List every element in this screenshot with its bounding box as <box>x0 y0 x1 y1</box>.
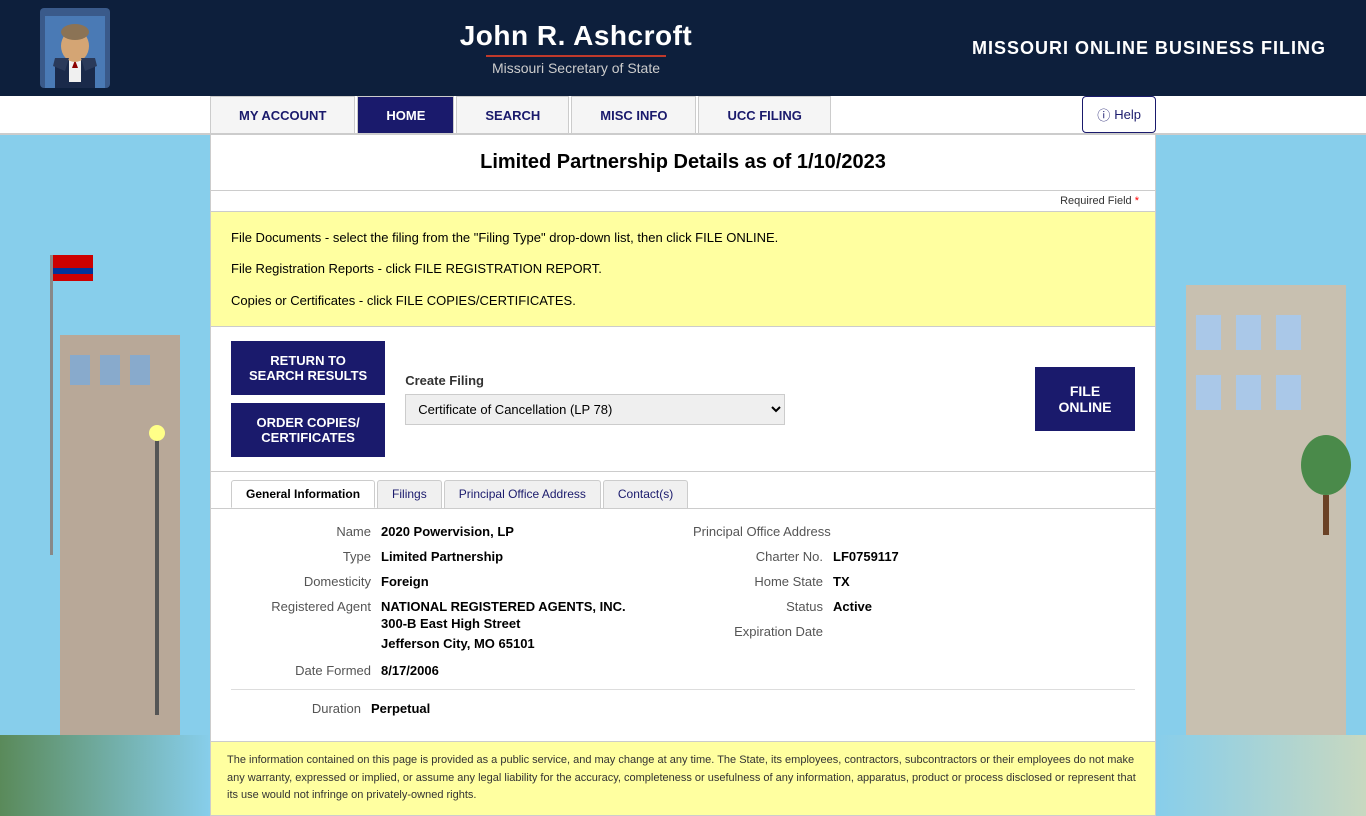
value-status: Active <box>833 599 872 614</box>
detail-col-left: Name 2020 Powervision, LP Type Limited P… <box>231 519 683 683</box>
header-divider <box>486 55 666 57</box>
value-date-formed: 8/17/2006 <box>381 663 439 678</box>
file-online-button[interactable]: FILEONLINE <box>1035 367 1135 431</box>
detail-row-name: Name 2020 Powervision, LP <box>241 519 673 544</box>
detail-section: Name 2020 Powervision, LP Type Limited P… <box>211 509 1155 731</box>
label-registered-agent: Registered Agent <box>241 599 381 614</box>
order-copies-button[interactable]: ORDER COPIES/CERTIFICATES <box>231 403 385 457</box>
main-content-area: Limited Partnership Details as of 1/10/2… <box>0 135 1366 816</box>
value-home-state: TX <box>833 574 850 589</box>
nav-home[interactable]: HOME <box>357 96 454 133</box>
required-field-note: Required Field <box>211 191 1155 212</box>
tabs-row: General Information Filings Principal Of… <box>211 472 1155 509</box>
help-button[interactable]: ⓘ Help <box>1082 96 1156 133</box>
site-title: MISSOURI ONLINE BUSINESS FILING <box>972 38 1326 59</box>
tab-filings[interactable]: Filings <box>377 480 442 508</box>
detail-row-type: Type Limited Partnership <box>241 544 673 569</box>
page-title: Limited Partnership Details as of 1/10/2… <box>211 135 1155 191</box>
required-field-text: Required Field <box>1060 195 1132 207</box>
instructions-box: File Documents - select the filing from … <box>211 212 1155 327</box>
detail-row-home-state: Home State TX <box>693 569 1125 594</box>
filing-type-select[interactable]: Certificate of Cancellation (LP 78) <box>405 394 785 425</box>
person-title: Missouri Secretary of State <box>492 60 660 76</box>
detail-row-registered-agent: Registered Agent NATIONAL REGISTERED AGE… <box>241 594 673 658</box>
return-to-search-button[interactable]: RETURN TOSEARCH RESULTS <box>231 341 385 395</box>
action-row: RETURN TOSEARCH RESULTS ORDER COPIES/CER… <box>211 327 1155 472</box>
value-type: Limited Partnership <box>381 549 503 564</box>
nav-ucc-filing[interactable]: UCC FILING <box>698 96 830 133</box>
instruction-2: File Registration Reports - click FILE R… <box>231 257 1135 280</box>
label-principal-office: Principal Office Address <box>693 524 841 539</box>
agent-address2: Jefferson City, MO 65101 <box>381 636 535 651</box>
help-icon: ⓘ <box>1097 105 1110 124</box>
site-header: John R. Ashcroft Missouri Secretary of S… <box>0 0 1366 96</box>
label-name: Name <box>241 524 381 539</box>
nav-bar: MY ACCOUNT HOME SEARCH MISC INFO UCC FIL… <box>0 96 1366 135</box>
create-filing-label: Create Filing <box>405 373 1015 388</box>
tab-general-information[interactable]: General Information <box>231 480 375 508</box>
help-label: Help <box>1114 107 1141 122</box>
value-domesticity: Foreign <box>381 574 429 589</box>
main-panel: Limited Partnership Details as of 1/10/2… <box>210 135 1156 816</box>
detail-row-status: Status Active <box>693 594 1125 619</box>
agent-address1: 300-B East High Street <box>381 616 520 631</box>
value-name: 2020 Powervision, LP <box>381 524 514 539</box>
nav-my-account[interactable]: MY ACCOUNT <box>210 96 355 133</box>
label-date-formed: Date Formed <box>241 663 381 678</box>
detail-row-expiration: Expiration Date <box>693 619 1125 644</box>
portrait <box>40 8 110 88</box>
detail-grid: Name 2020 Powervision, LP Type Limited P… <box>231 519 1135 683</box>
nav-misc-info[interactable]: MISC INFO <box>571 96 696 133</box>
divider <box>231 689 1135 690</box>
detail-row-date-formed: Date Formed 8/17/2006 <box>241 658 673 683</box>
value-charter: LF0759117 <box>833 549 899 564</box>
detail-row-principal-office: Principal Office Address <box>693 519 1125 544</box>
tab-contacts[interactable]: Contact(s) <box>603 480 688 508</box>
detail-row-domesticity: Domesticity Foreign <box>241 569 673 594</box>
detail-row-duration: Duration Perpetual <box>231 696 1135 721</box>
label-charter: Charter No. <box>693 549 833 564</box>
background-wrapper: Limited Partnership Details as of 1/10/2… <box>0 135 1366 816</box>
tab-principal-office-address[interactable]: Principal Office Address <box>444 480 601 508</box>
label-type: Type <box>241 549 381 564</box>
header-center: John R. Ashcroft Missouri Secretary of S… <box>120 20 972 76</box>
label-domesticity: Domesticity <box>241 574 381 589</box>
agent-name-link[interactable]: NATIONAL REGISTERED AGENTS, INC. <box>381 599 626 614</box>
label-expiration: Expiration Date <box>693 624 833 639</box>
filing-section: Create Filing Certificate of Cancellatio… <box>405 373 1015 425</box>
label-status: Status <box>693 599 833 614</box>
nav-search[interactable]: SEARCH <box>456 96 569 133</box>
value-registered-agent: NATIONAL REGISTERED AGENTS, INC. 300-B E… <box>381 599 626 653</box>
disclaimer-text: The information contained on this page i… <box>227 754 1136 801</box>
disclaimer-box: The information contained on this page i… <box>211 741 1155 815</box>
person-name: John R. Ashcroft <box>460 20 693 52</box>
instruction-1: File Documents - select the filing from … <box>231 226 1135 249</box>
value-duration: Perpetual <box>371 701 430 716</box>
detail-col-right: Principal Office Address Charter No. LF0… <box>683 519 1135 683</box>
detail-row-charter: Charter No. LF0759117 <box>693 544 1125 569</box>
label-home-state: Home State <box>693 574 833 589</box>
label-duration: Duration <box>231 701 371 716</box>
instruction-3: Copies or Certificates - click FILE COPI… <box>231 289 1135 312</box>
